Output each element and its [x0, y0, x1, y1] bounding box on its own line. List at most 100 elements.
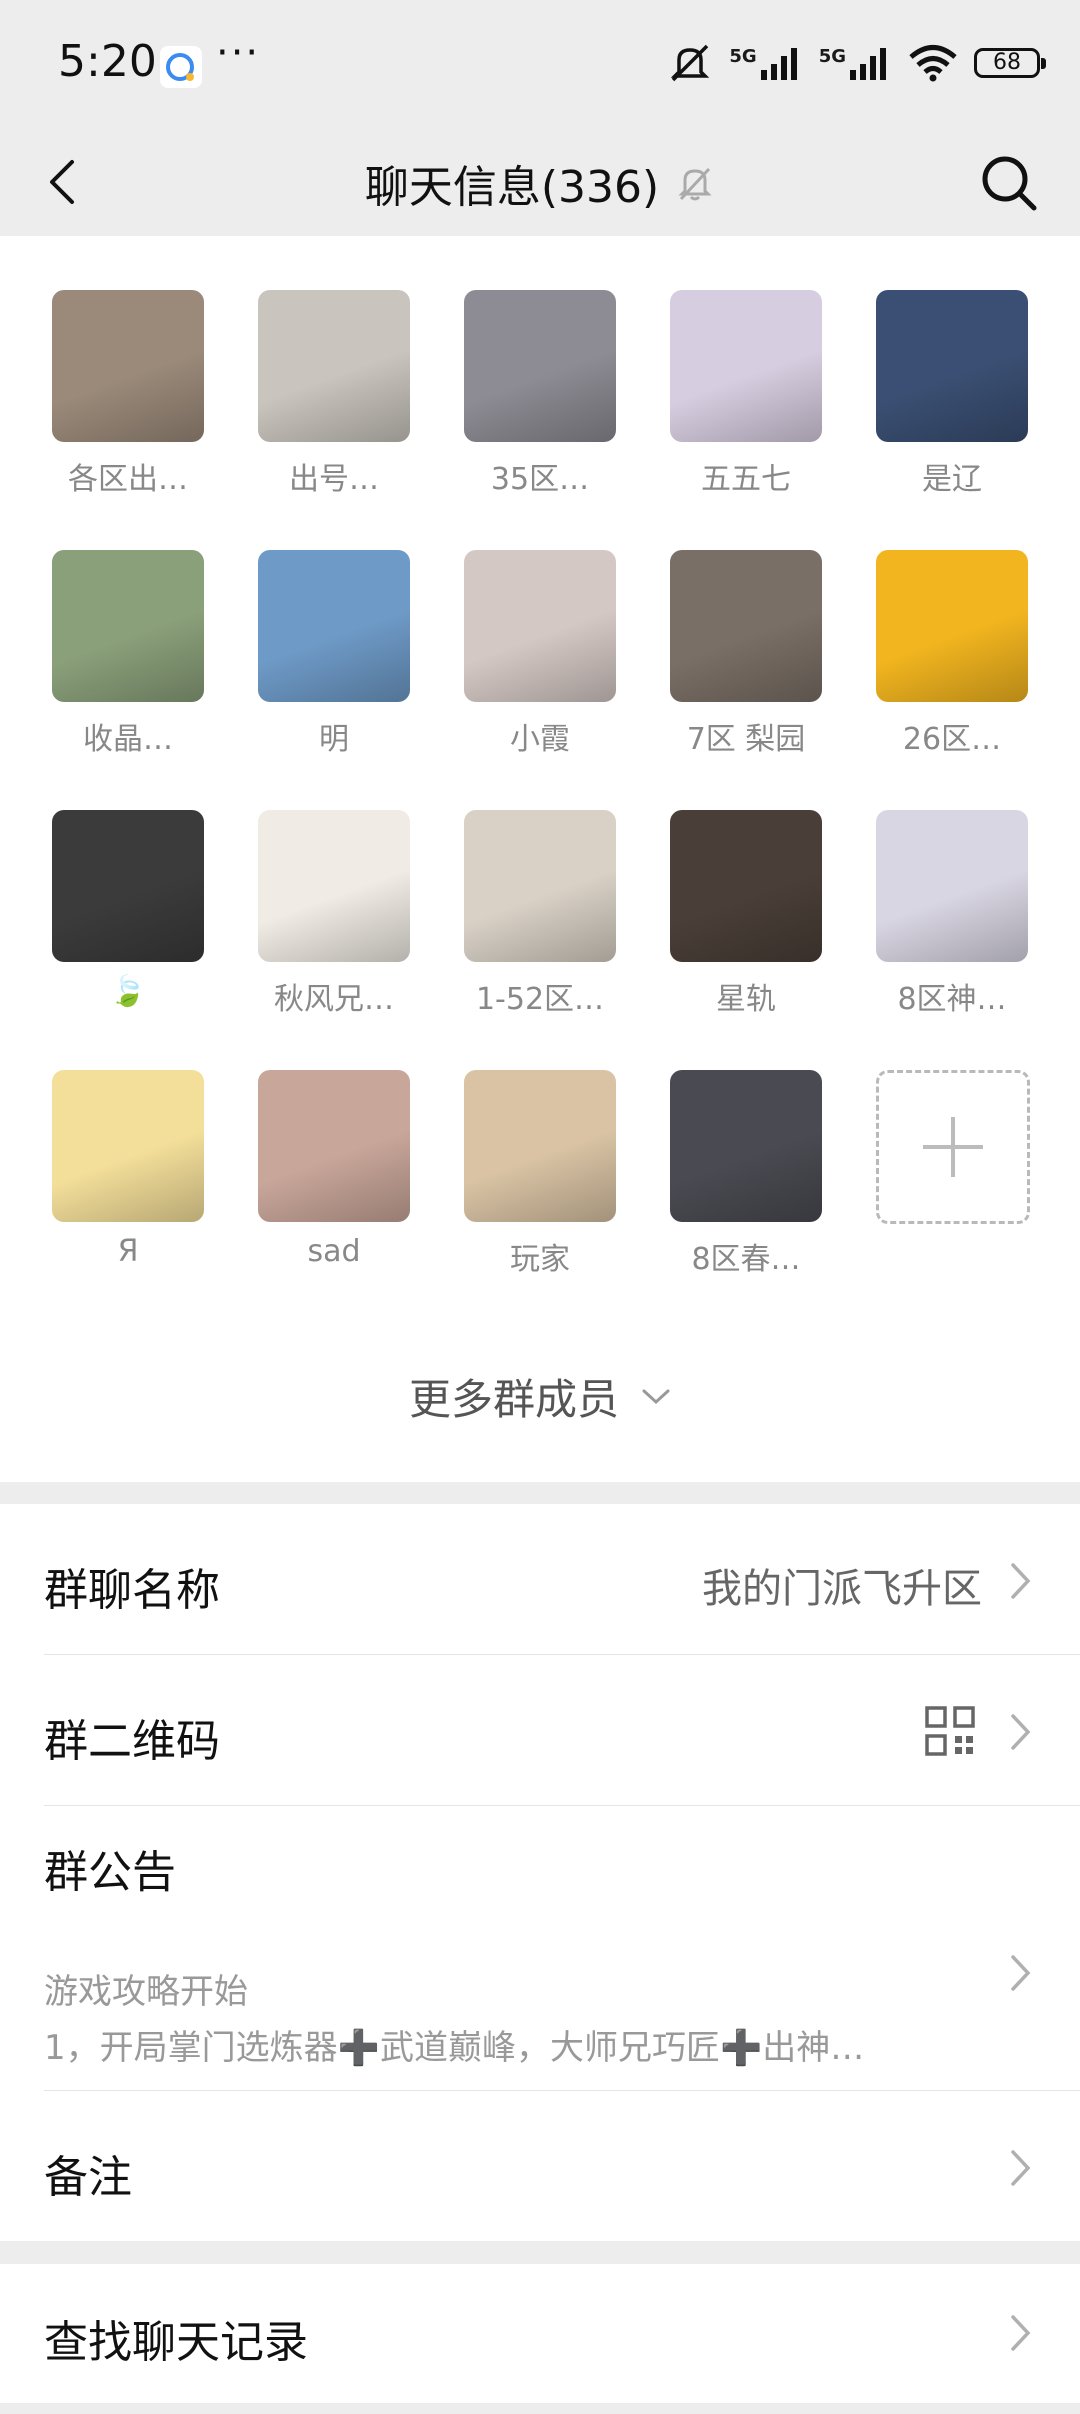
- avatar: [464, 290, 616, 442]
- signal-icon: 5G: [729, 46, 802, 80]
- member-name: 是辽: [922, 462, 982, 497]
- member-tile[interactable]: 出号…: [258, 290, 410, 498]
- mute-icon: [671, 44, 710, 82]
- member-name: 各区出…: [68, 462, 188, 497]
- member-name: 35区…: [490, 462, 590, 497]
- page-title: 聊天信息(336): [364, 162, 660, 213]
- group-name-row[interactable]: 群聊名称 我的门派飞升区: [44, 1504, 1080, 1655]
- chevron-right-icon: [1011, 1563, 1031, 1599]
- wifi-icon: [909, 45, 957, 82]
- member-panel: 各区出… 出号… 35区… 五五七 是辽收晶… 明 小霞 7区 梨园 26区… 🍃 秋风兄… 1-52…: [0, 236, 1080, 1482]
- avatar: [258, 1070, 410, 1222]
- group-notice-row[interactable]: 群公告 游戏攻略开始 1，开局掌门选炼器➕武道巅峰，大师兄巧匠➕出神…: [44, 1806, 1080, 2091]
- network-label: 5G: [729, 46, 757, 67]
- avatar: [464, 550, 616, 702]
- avatar: [52, 810, 204, 962]
- notice-preview-line: 1，开局掌门选炼器➕武道巅峰，大师兄巧匠➕出神…: [44, 2028, 865, 2068]
- member-tile[interactable]: 1-52区…: [464, 810, 616, 1018]
- notice-preview-line: 游戏攻略开始: [44, 1972, 248, 2012]
- status-icons: 5G 5G 68: [667, 38, 1046, 88]
- member-name: 玩家: [510, 1242, 570, 1277]
- member-name: sad: [307, 1234, 361, 1269]
- status-bar: 5:20 ··· 5G 5G 68: [0, 0, 1080, 130]
- chevron-right-icon: [1011, 1955, 1031, 1991]
- remark-label: 备注: [44, 2152, 132, 2203]
- avatar: [258, 550, 410, 702]
- member-name: 收晶…: [83, 722, 173, 757]
- member-name: 7区 梨园: [686, 722, 806, 757]
- avatar: [670, 550, 822, 702]
- member-tile[interactable]: 35区…: [464, 290, 616, 498]
- avatar: [876, 810, 1028, 962]
- member-tile[interactable]: 星轨: [670, 810, 822, 1018]
- battery-icon: 68: [974, 48, 1046, 78]
- remark-row[interactable]: 备注: [44, 2091, 1080, 2241]
- member-tile[interactable]: 明: [258, 550, 410, 758]
- member-name: 小霞: [510, 722, 570, 757]
- member-tile[interactable]: 26区…: [876, 550, 1028, 758]
- avatar: [670, 290, 822, 442]
- member-tile[interactable]: 各区出…: [52, 290, 204, 498]
- member-tile[interactable]: 五五七: [670, 290, 822, 498]
- avatar: [876, 290, 1028, 442]
- member-tile[interactable]: 🍃: [52, 810, 204, 1009]
- group-qr-row[interactable]: 群二维码: [44, 1655, 1080, 1806]
- avatar: [670, 1070, 822, 1222]
- more-members-button[interactable]: 更多群成员: [0, 1366, 1080, 1427]
- search-history-row[interactable]: 查找聊天记录: [44, 2264, 1080, 2414]
- member-name: 1-52区…: [475, 982, 605, 1017]
- search-icon[interactable]: [976, 150, 1042, 216]
- add-member-button[interactable]: [876, 1070, 1030, 1224]
- settings-section: 群聊名称 我的门派飞升区 群二维码 群公告 游戏攻略开始 1，开局掌门选炼器➕武…: [0, 1504, 1080, 2241]
- member-name: 星轨: [716, 982, 776, 1017]
- member-tile[interactable]: 小霞: [464, 550, 616, 758]
- member-name: 26区…: [902, 722, 1002, 757]
- app-icon: [160, 46, 202, 88]
- avatar: [258, 290, 410, 442]
- group-name-value: 我的门派飞升区: [702, 1566, 982, 1612]
- nav-header: 聊天信息(336): [0, 130, 1080, 236]
- chevron-right-icon: [1011, 1714, 1031, 1750]
- member-tile[interactable]: 秋风兄…: [258, 810, 410, 1018]
- settings-section: 查找聊天记录: [0, 2264, 1080, 2403]
- group-name-label: 群聊名称: [44, 1565, 220, 1616]
- member-tile[interactable]: 8区春…: [670, 1070, 822, 1278]
- member-tile[interactable]: 玩家: [464, 1070, 616, 1278]
- search-history-label: 查找聊天记录: [44, 2317, 308, 2368]
- avatar: [258, 810, 410, 962]
- chevron-right-icon: [1011, 2150, 1031, 2186]
- member-name: 明: [319, 722, 349, 757]
- network-label: 5G: [818, 46, 846, 67]
- member-name: 五五七: [701, 462, 791, 497]
- member-tile[interactable]: Я: [52, 1070, 204, 1269]
- member-name: Я: [117, 1234, 139, 1269]
- plus-icon: [876, 1070, 1030, 1224]
- member-name: 8区春…: [691, 1242, 801, 1277]
- more-members-label: 更多群成员: [408, 1375, 619, 1424]
- member-tile[interactable]: sad: [258, 1070, 410, 1269]
- signal-icon: 5G: [819, 46, 892, 80]
- chevron-right-icon: [1011, 2315, 1031, 2351]
- chevron-down-icon: [642, 1389, 670, 1404]
- member-tile[interactable]: 收晶…: [52, 550, 204, 758]
- group-qr-label: 群二维码: [44, 1716, 220, 1767]
- member-name: 🍃: [109, 974, 147, 1009]
- member-tile[interactable]: 是辽: [876, 290, 1028, 498]
- avatar: [52, 1070, 204, 1222]
- status-time: 5:20: [58, 36, 157, 87]
- group-notice-label: 群公告: [44, 1847, 176, 1898]
- member-tile[interactable]: 7区 梨园: [670, 550, 822, 758]
- member-name: 秋风兄…: [274, 982, 394, 1017]
- member-tile[interactable]: 8区神…: [876, 810, 1028, 1018]
- avatar: [876, 550, 1028, 702]
- bell-off-icon: [678, 167, 712, 201]
- avatar: [464, 810, 616, 962]
- member-name: 出号…: [289, 462, 379, 497]
- avatar: [52, 550, 204, 702]
- avatar: [464, 1070, 616, 1222]
- avatar: [52, 290, 204, 442]
- qr-code-icon: [925, 1706, 975, 1756]
- status-more-dots: ···: [216, 30, 261, 76]
- avatar: [670, 810, 822, 962]
- member-name: 8区神…: [897, 982, 1007, 1017]
